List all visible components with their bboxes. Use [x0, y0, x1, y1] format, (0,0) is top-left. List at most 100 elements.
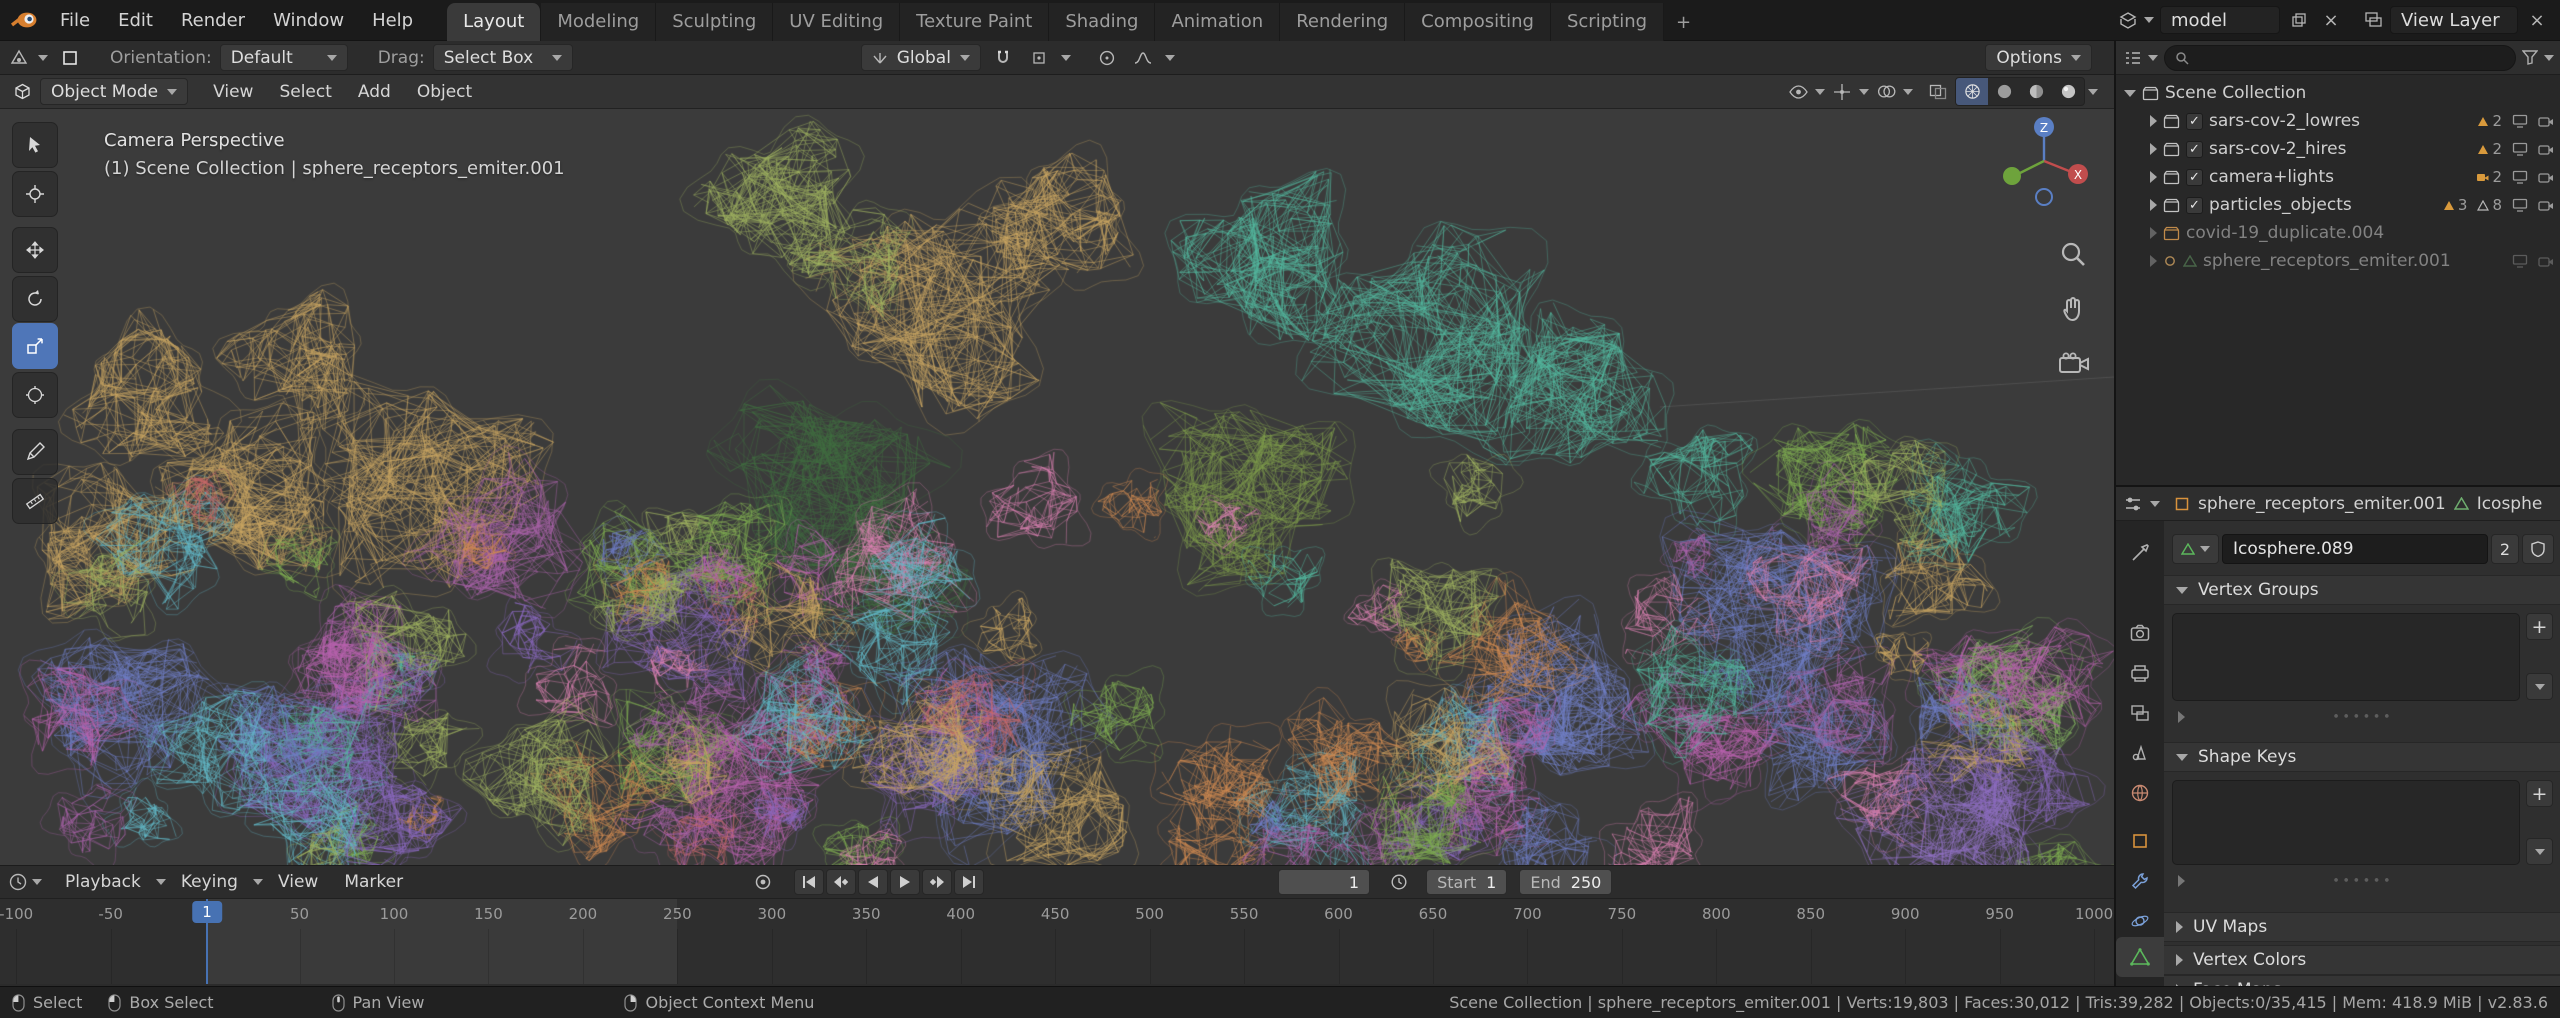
menu-view[interactable]: View: [202, 79, 264, 105]
vertex-group-specials-button[interactable]: [2526, 673, 2553, 700]
disclosure-closed-icon[interactable]: [2150, 255, 2157, 267]
collection-checkbox[interactable]: ✓: [2186, 112, 2203, 130]
tab-rendering[interactable]: Rendering: [1280, 2, 1406, 41]
tool-transform[interactable]: [12, 372, 58, 418]
add-shape-key-button[interactable]: +: [2526, 780, 2553, 807]
proportional-editing-toggle[interactable]: [1093, 44, 1121, 71]
disclosure-closed-icon[interactable]: [2150, 143, 2157, 155]
datablock-users-button[interactable]: 2: [2490, 534, 2519, 564]
menu-select[interactable]: Select: [268, 79, 342, 105]
properties-editor-chevron-icon[interactable]: [2150, 500, 2160, 507]
navigation-gizmo[interactable]: Z X: [1996, 113, 2092, 209]
tab-scene[interactable]: [2116, 733, 2164, 773]
overlays-toggle[interactable]: [1872, 78, 1900, 105]
viewport-canvas[interactable]: [0, 109, 2114, 865]
panel-uv-maps[interactable]: UV Maps: [2164, 912, 2560, 942]
zoom-button[interactable]: [2058, 239, 2090, 269]
play-button[interactable]: [890, 869, 921, 895]
tab-animation[interactable]: Animation: [1155, 2, 1281, 41]
shape-keys-list[interactable]: [2172, 780, 2520, 865]
transform-orientation-dropdown[interactable]: Global: [860, 44, 981, 71]
proportional-falloff-dropdown[interactable]: [1129, 44, 1157, 71]
menu-file[interactable]: File: [48, 6, 102, 35]
overlays-chevron-icon[interactable]: [1903, 88, 1913, 95]
tool-cursor[interactable]: [12, 171, 58, 217]
tool-move[interactable]: [12, 227, 58, 273]
disclosure-closed-icon[interactable]: [2150, 227, 2157, 239]
disable-in-render-icon[interactable]: [2538, 199, 2554, 212]
pan-hand-button[interactable]: [2058, 295, 2090, 325]
object-visibility-dropdown[interactable]: [1784, 78, 1812, 105]
menu-marker[interactable]: Marker: [333, 869, 414, 895]
disclosure-closed-icon[interactable]: [2150, 115, 2157, 127]
scene-browse-chevron-icon[interactable]: [2144, 17, 2154, 23]
menu-add[interactable]: Add: [347, 79, 402, 105]
mode-dropdown[interactable]: Object Mode: [40, 78, 189, 105]
hide-in-viewport-icon[interactable]: [2512, 170, 2528, 184]
hide-in-viewport-icon[interactable]: [2512, 254, 2528, 268]
scene-name-field[interactable]: model: [2160, 6, 2280, 34]
disable-in-render-icon[interactable]: [2538, 255, 2554, 268]
tool-measure[interactable]: [12, 478, 58, 524]
panel-face-maps[interactable]: Face Maps: [2164, 975, 2560, 986]
browse-mesh-data-button[interactable]: [2172, 534, 2219, 564]
add-vertex-group-button[interactable]: +: [2526, 613, 2553, 640]
disclosure-open-icon[interactable]: [2124, 89, 2136, 97]
tab-uv-editing[interactable]: UV Editing: [773, 2, 901, 41]
disclosure-closed-icon[interactable]: [2150, 171, 2157, 183]
play-reverse-button[interactable]: [858, 869, 889, 895]
current-frame-flag[interactable]: 1: [192, 901, 222, 923]
vertex-groups-list[interactable]: [2172, 613, 2520, 701]
menu-playback[interactable]: Playback: [54, 869, 152, 895]
menu-keying[interactable]: Keying: [170, 869, 249, 895]
drag-dropdown[interactable]: Select Box: [432, 44, 573, 71]
filter-funnel-icon[interactable]: [2522, 50, 2538, 65]
jump-to-end-button[interactable]: [954, 869, 985, 895]
current-frame-field[interactable]: 1: [1278, 869, 1371, 895]
tab-scripting[interactable]: Scripting: [1550, 2, 1665, 41]
gizmos-chevron-icon[interactable]: [1859, 88, 1869, 95]
menu-object[interactable]: Object: [406, 79, 483, 105]
panel-resize-grip[interactable]: ∙∙∙∙∙∙: [2332, 709, 2393, 724]
start-frame-field[interactable]: Start 1: [1426, 869, 1508, 895]
disclosure-closed-icon[interactable]: [2150, 199, 2157, 211]
shape-key-specials-button[interactable]: [2526, 838, 2553, 865]
menu-tl-view[interactable]: View: [267, 869, 329, 895]
filter-chevron-icon[interactable]: [2544, 54, 2554, 61]
editor-type-chevron-icon[interactable]: [38, 54, 48, 61]
previous-keyframe-button[interactable]: [826, 869, 857, 895]
snap-target-dropdown[interactable]: [1025, 44, 1053, 71]
hide-in-viewport-icon[interactable]: [2512, 198, 2528, 212]
collection-checkbox[interactable]: ✓: [2186, 168, 2203, 186]
tab-shading[interactable]: Shading: [1049, 2, 1156, 41]
menu-edit[interactable]: Edit: [106, 6, 165, 35]
next-keyframe-button[interactable]: [922, 869, 953, 895]
outliner-row-scene-collection[interactable]: Scene Collection: [2116, 79, 2560, 107]
tool-scale[interactable]: [12, 323, 58, 369]
tab-modifiers[interactable]: [2116, 861, 2164, 901]
xray-toggle[interactable]: [1924, 78, 1952, 105]
delete-scene-button[interactable]: ×: [2318, 7, 2344, 33]
menu-help[interactable]: Help: [360, 6, 425, 35]
disable-in-render-icon[interactable]: [2538, 143, 2554, 156]
3d-viewport[interactable]: Camera Perspective (1) Scene Collection …: [0, 109, 2114, 865]
outliner-row-sphere-receptors-emiter[interactable]: sphere_receptors_emiter.001: [2116, 247, 2560, 275]
camera-view-button[interactable]: [2058, 351, 2090, 377]
disable-in-render-icon[interactable]: [2538, 171, 2554, 184]
outliner-row-particles-objects[interactable]: ✓ particles_objects 3 8: [2116, 191, 2560, 219]
tab-layout[interactable]: Layout: [447, 2, 542, 41]
outliner-row-sars-cov-2-hires[interactable]: ✓ sars-cov-2_hires 2: [2116, 135, 2560, 163]
snap-chevron-icon[interactable]: [1060, 54, 1071, 61]
tool-annotate[interactable]: [12, 429, 58, 475]
outliner-row-camera-lights[interactable]: ✓ camera+lights 2: [2116, 163, 2560, 191]
tool-rotate[interactable]: [12, 276, 58, 322]
add-workspace-button[interactable]: +: [1664, 4, 1703, 41]
shading-chevron-icon[interactable]: [2088, 88, 2098, 95]
tab-physics[interactable]: [2116, 901, 2164, 941]
collection-checkbox[interactable]: ✓: [2186, 196, 2203, 214]
tab-world[interactable]: [2116, 773, 2164, 813]
jump-to-start-button[interactable]: [794, 869, 825, 895]
use-preview-range-toggle[interactable]: [1384, 869, 1414, 895]
collection-checkbox[interactable]: ✓: [2186, 140, 2203, 158]
visibility-chevron-icon[interactable]: [1815, 88, 1825, 95]
